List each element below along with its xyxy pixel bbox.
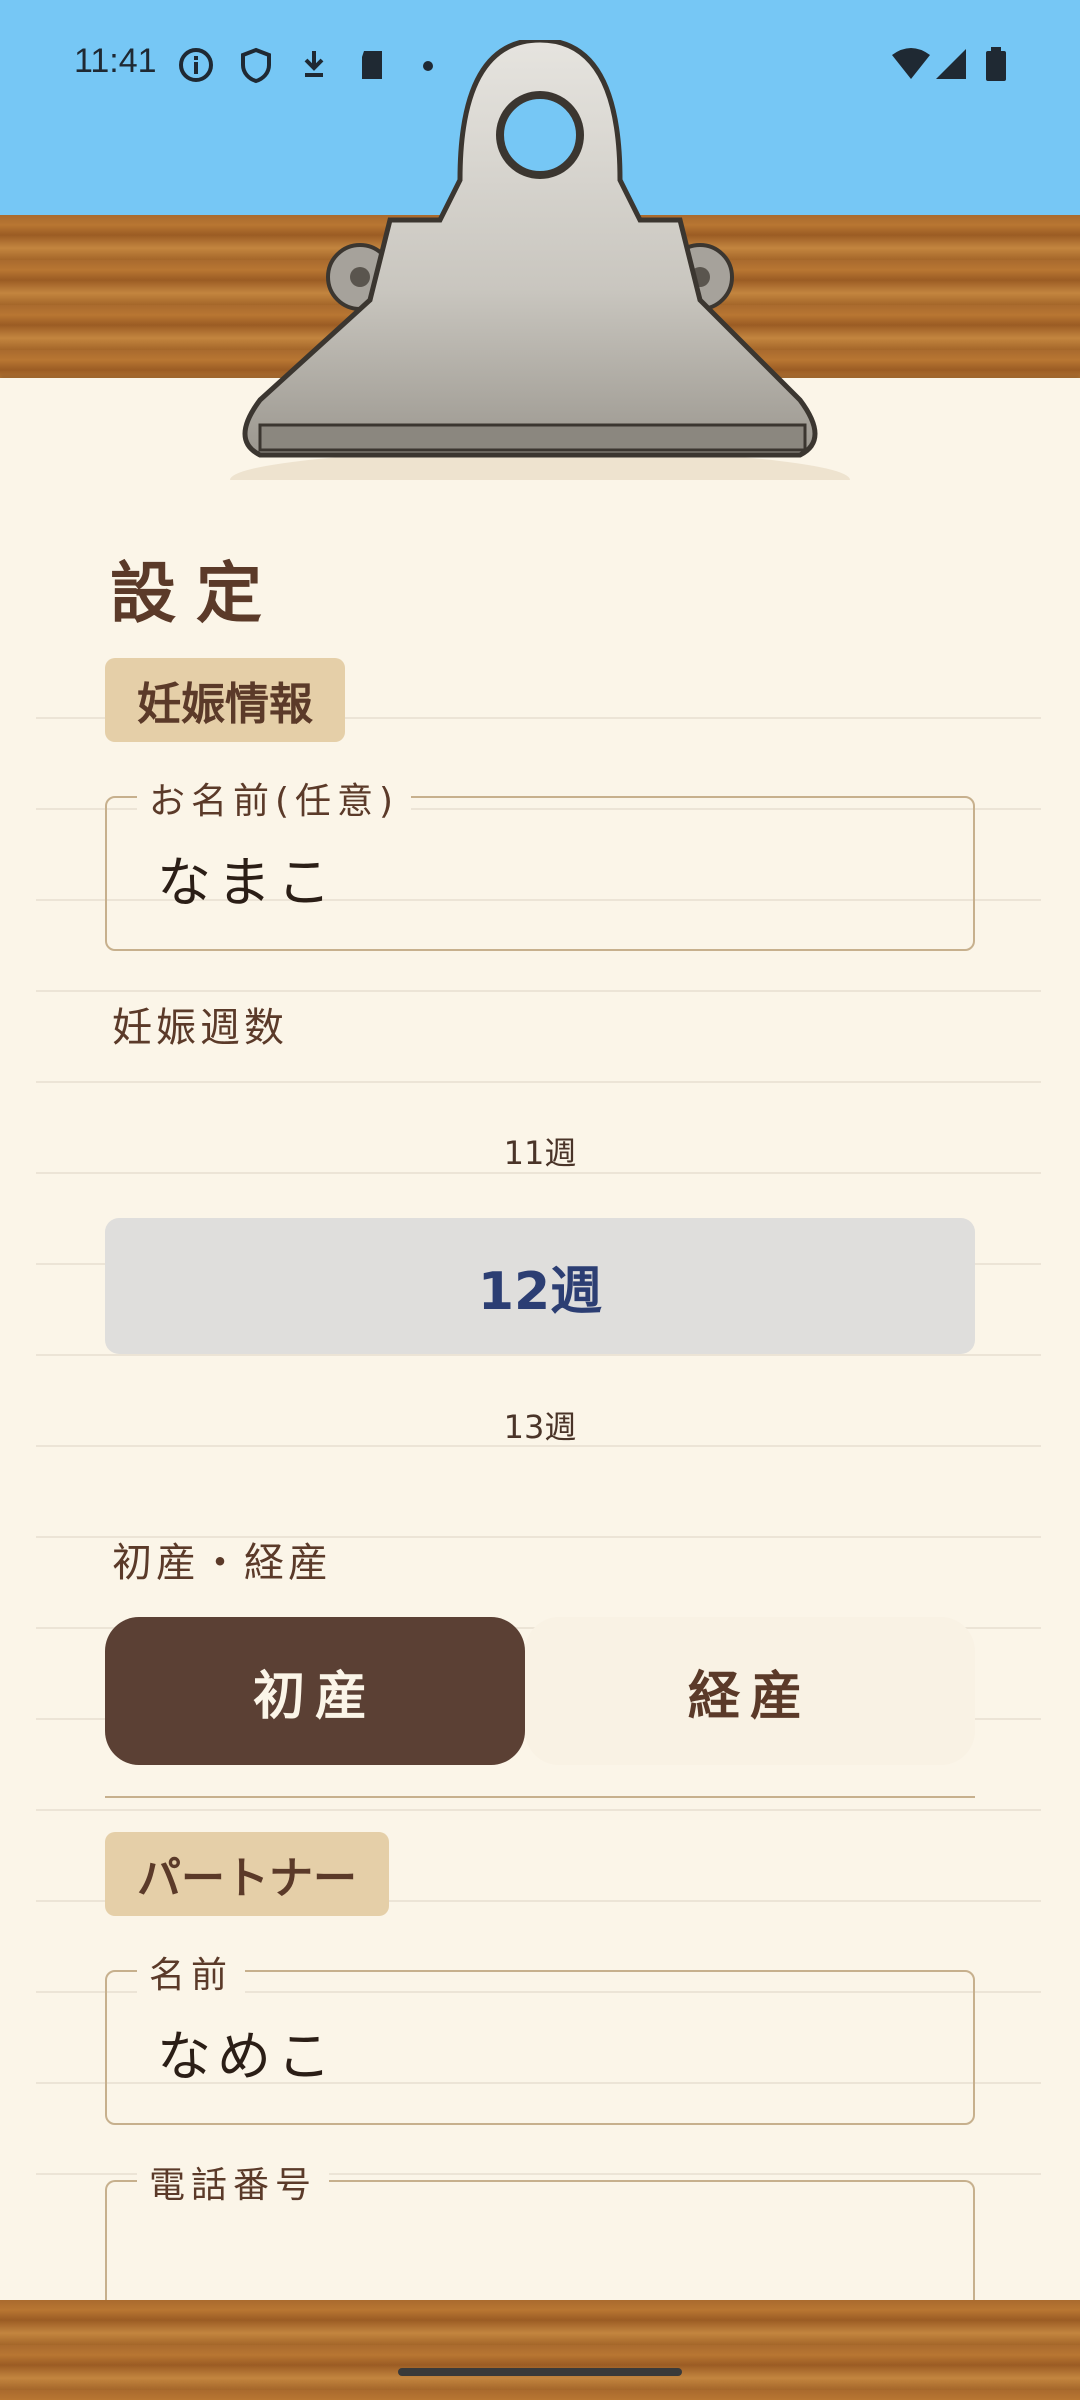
clipboard-clip-icon [230,40,850,480]
name-field-value[interactable]: なまこ [157,838,337,917]
weeks-picker-next[interactable]: 13週 [0,1402,1080,1448]
partner-name-field-value[interactable]: なめこ [157,2012,337,2091]
info-icon [179,48,213,82]
name-field[interactable]: お名前(任意) なまこ [105,772,975,951]
section-tag-partner: パートナー [105,1832,389,1916]
wifi-icon [892,48,930,79]
name-field-label: お名前(任意) [137,772,412,824]
section-tag-pregnancy: 妊娠情報 [105,658,345,742]
section-divider [105,1796,975,1798]
page-title: 設定 [110,555,282,632]
weeks-picker-selected[interactable]: 12週 [105,1218,975,1354]
parity-label: 初産・経産 [112,1540,332,1586]
partner-phone-field-label: 電話番号 [137,2156,330,2208]
parity-option-first-birth[interactable]: 初産 [105,1617,525,1765]
partner-phone-field[interactable]: 電話番号 [105,2156,975,2300]
weeks-picker-previous[interactable]: 11週 [0,1128,1080,1174]
status-time: 11:41 [74,42,157,80]
partner-name-field[interactable]: 名前 なめこ [105,1946,975,2125]
gesture-nav-bar[interactable] [398,2368,682,2376]
partner-name-field-label: 名前 [137,1946,246,1998]
battery-icon [986,47,1006,81]
clipboard-board-bottom [0,2300,1080,2400]
parity-option-multiparous[interactable]: 経産 [525,1617,975,1765]
cellular-signal-icon [936,49,966,79]
weeks-label: 妊娠週数 [112,1005,288,1051]
